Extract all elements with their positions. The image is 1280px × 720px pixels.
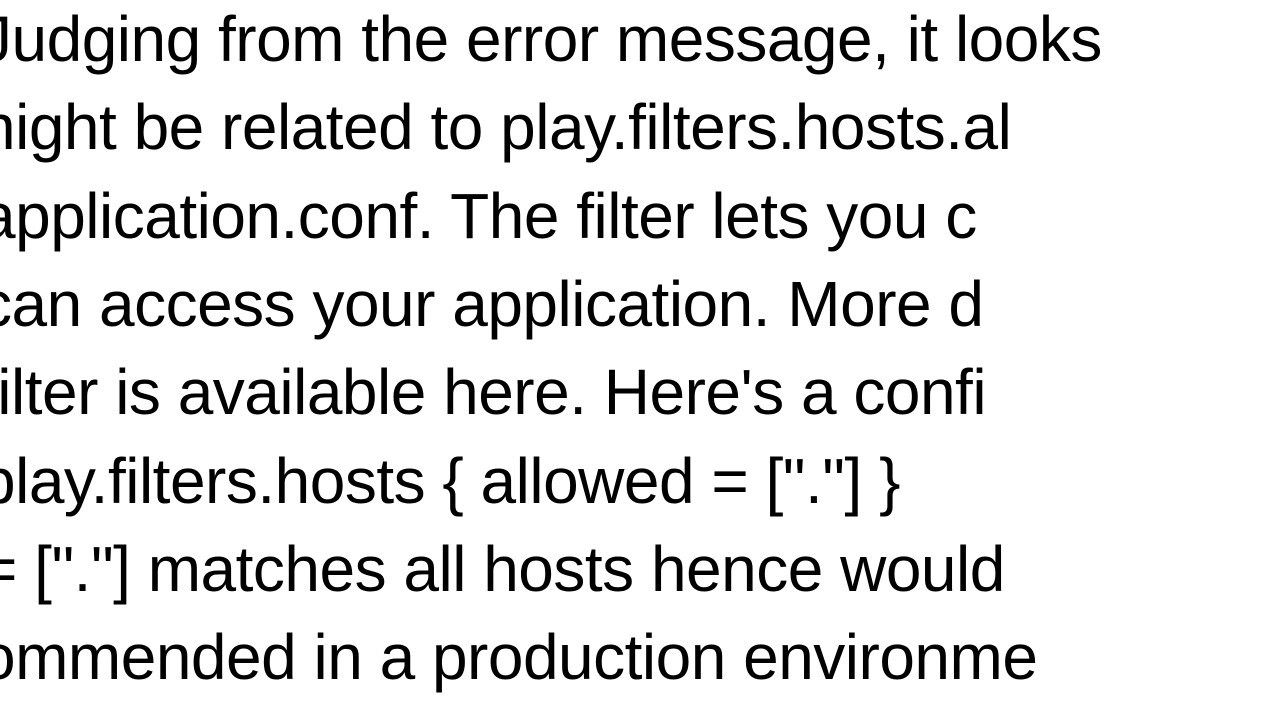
- text-line: = ["."] matches all hosts hence would: [0, 525, 1280, 613]
- text-line: filter is available here. Here's a confi: [0, 348, 1280, 436]
- text-line: play.filters.hosts { allowed = ["."] }: [0, 437, 1280, 525]
- text-line: ommended in a production environme: [0, 613, 1280, 701]
- document-text-block: Judging from the error message, it looks…: [0, 0, 1280, 702]
- text-line: night be related to play.filters.hosts.a…: [0, 83, 1280, 171]
- text-line: can access your application. More d: [0, 260, 1280, 348]
- text-line: Judging from the error message, it looks: [0, 0, 1280, 83]
- text-line: application.conf. The filter lets you c: [0, 172, 1280, 260]
